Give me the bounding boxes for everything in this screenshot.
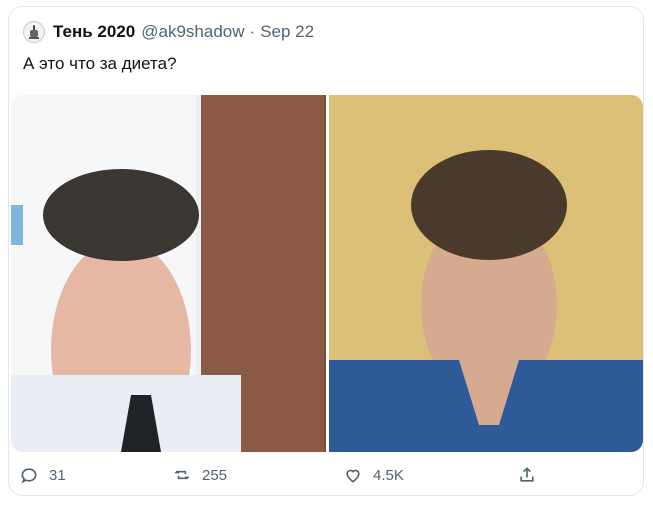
photo-left[interactable] bbox=[11, 95, 326, 452]
portrait-left-illustration bbox=[11, 95, 324, 452]
photo-right[interactable] bbox=[328, 95, 643, 452]
separator-dot: · bbox=[249, 22, 256, 41]
tweet-text: А это что за диета? bbox=[23, 54, 177, 73]
reply-icon bbox=[21, 468, 37, 484]
like-count: 4.5K bbox=[373, 466, 404, 484]
tweet-media[interactable] bbox=[11, 95, 643, 452]
reply-count: 31 bbox=[49, 466, 66, 484]
tweet-date[interactable]: Sep 22 bbox=[260, 22, 314, 42]
reply-action[interactable]: 31 bbox=[19, 465, 66, 485]
tweet-card[interactable]: Тень 2020 @ak9shadow · Sep 22 А это что … bbox=[8, 6, 644, 496]
author-name[interactable]: Тень 2020 bbox=[53, 22, 135, 42]
like-action[interactable]: 4.5K bbox=[343, 465, 404, 485]
tweet-actions: 31 255 4.5K bbox=[9, 465, 643, 489]
retweet-icon bbox=[174, 470, 190, 480]
avatar[interactable] bbox=[23, 21, 45, 43]
portrait-right-illustration bbox=[328, 95, 643, 452]
avatar-hand-icon bbox=[29, 25, 39, 39]
tweet-header: Тень 2020 @ak9shadow · Sep 22 bbox=[23, 21, 314, 43]
retweet-action[interactable]: 255 bbox=[172, 465, 227, 485]
share-action[interactable] bbox=[517, 465, 537, 485]
share-icon bbox=[520, 467, 534, 482]
author-handle[interactable]: @ak9shadow bbox=[141, 22, 244, 42]
heart-icon bbox=[346, 469, 360, 483]
retweet-count: 255 bbox=[202, 466, 228, 484]
